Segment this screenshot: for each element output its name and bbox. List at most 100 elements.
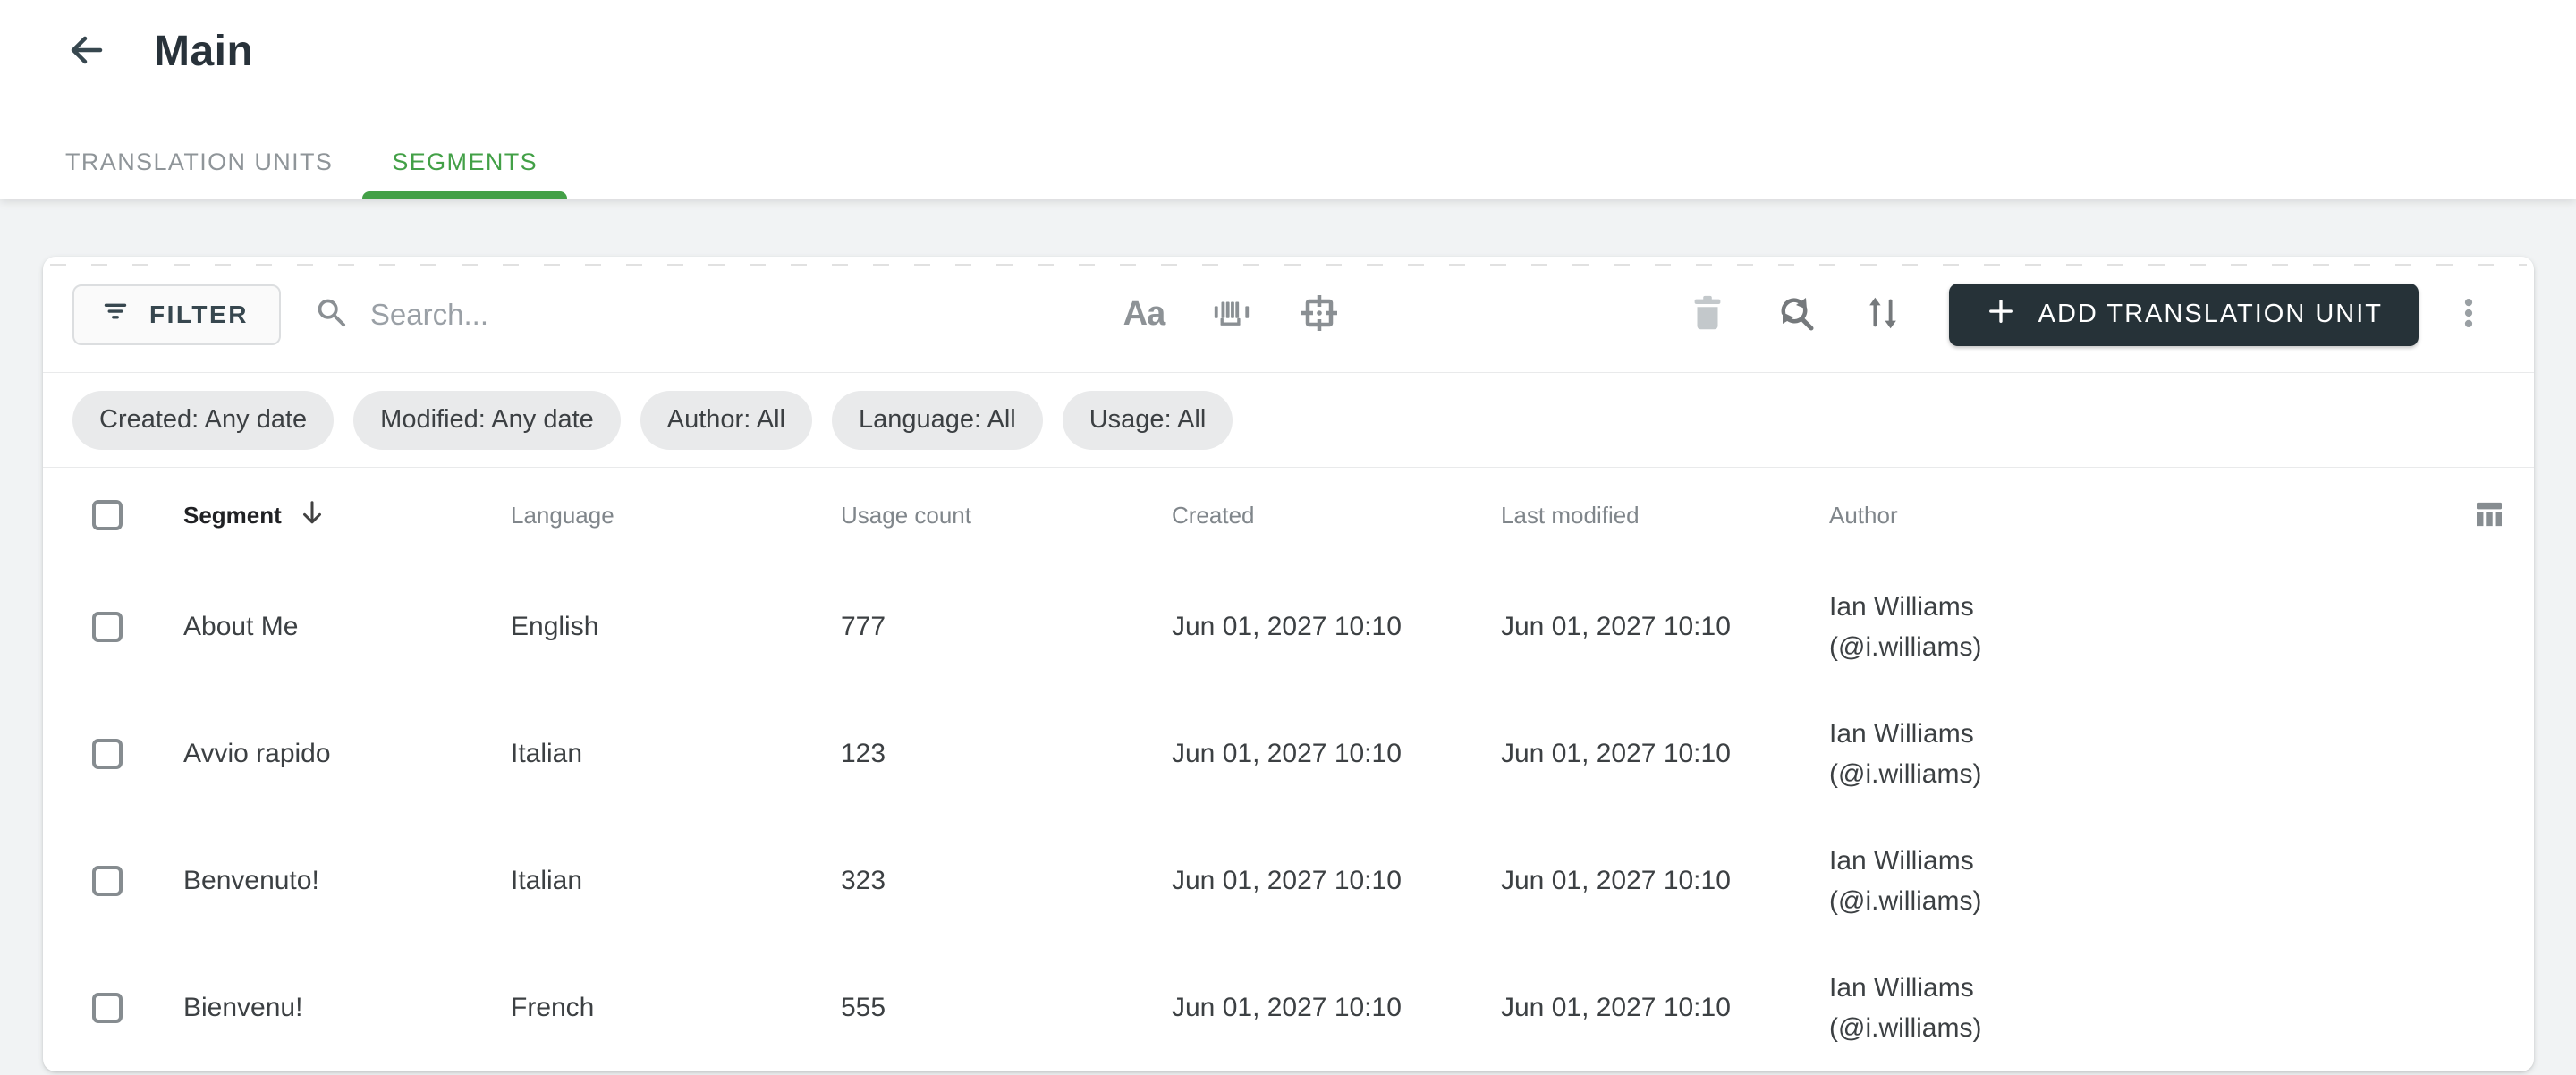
select-all-checkbox[interactable] — [92, 500, 123, 530]
tab-label: TRANSLATION UNITS — [65, 148, 334, 175]
more-options-button[interactable] — [2447, 293, 2490, 336]
add-translation-unit-label: ADD TRANSLATION UNIT — [2038, 300, 2383, 328]
main-content: FILTER Aa — [0, 199, 2576, 1071]
match-case-button[interactable]: Aa — [1123, 293, 1166, 336]
cell-created: Jun 01, 2027 10:10 — [1172, 611, 1402, 641]
cell-segment: About Me — [183, 611, 299, 641]
match-case-icon: Aa — [1123, 295, 1166, 333]
filter-button[interactable]: FILTER — [72, 284, 281, 345]
chip-modified[interactable]: Modified: Any date — [353, 390, 621, 450]
chip-usage[interactable]: Usage: All — [1062, 390, 1233, 450]
cell-last-modified: Jun 01, 2027 10:10 — [1501, 865, 1731, 895]
page-title: Main — [154, 28, 254, 75]
column-header-usage-count[interactable]: Usage count — [841, 502, 1172, 529]
cell-segment: Avvio rapido — [183, 738, 331, 768]
kebab-menu-icon — [2449, 293, 2488, 335]
crop-target-icon — [1298, 292, 1341, 337]
tab-translation-units[interactable]: TRANSLATION UNITS — [36, 125, 362, 199]
cell-created: Jun 01, 2027 10:10 — [1172, 738, 1402, 768]
cell-segment: Benvenuto! — [183, 865, 319, 895]
action-buttons — [1686, 293, 1904, 336]
back-button[interactable] — [63, 29, 109, 75]
author-name: Ian Williams — [1829, 591, 1974, 622]
cell-author: Ian Williams (@i.williams) — [1829, 714, 2453, 794]
column-settings-icon — [2470, 495, 2508, 536]
column-header-author[interactable]: Author — [1829, 502, 2453, 529]
chip-label: Usage: All — [1089, 405, 1207, 434]
barcode-whole-word-icon — [1211, 292, 1252, 336]
add-translation-unit-button[interactable]: ADD TRANSLATION UNIT — [1948, 283, 2419, 346]
trash-icon — [1687, 292, 1728, 336]
cell-last-modified: Jun 01, 2027 10:10 — [1501, 738, 1731, 768]
row-checkbox[interactable] — [92, 993, 123, 1023]
cell-language: English — [511, 611, 599, 641]
table-row[interactable]: Bienvenu! French 555 Jun 01, 2027 10:10 … — [43, 944, 2534, 1071]
cell-language: French — [511, 993, 595, 1022]
filter-icon — [99, 295, 131, 334]
toolbar: FILTER Aa — [43, 257, 2534, 373]
whole-word-button[interactable] — [1210, 293, 1253, 336]
author-handle: (@i.williams) — [1829, 885, 1982, 916]
tab-segments[interactable]: SEGMENTS — [362, 125, 567, 199]
cell-usage-count: 323 — [841, 865, 886, 895]
cell-usage-count: 123 — [841, 738, 886, 768]
title-row: Main — [0, 0, 2576, 76]
row-checkbox[interactable] — [92, 738, 123, 769]
plus-icon — [1985, 295, 2017, 334]
row-checkbox[interactable] — [92, 611, 123, 642]
column-header-last-modified[interactable]: Last modified — [1501, 502, 1829, 529]
cell-created: Jun 01, 2027 10:10 — [1172, 865, 1402, 895]
sort-order-button[interactable] — [1861, 293, 1904, 336]
row-checkbox[interactable] — [92, 865, 123, 896]
column-header-language[interactable]: Language — [511, 502, 841, 529]
search-icon — [313, 294, 349, 334]
search-option-buttons: Aa — [1123, 293, 1341, 336]
column-header-created[interactable]: Created — [1172, 502, 1501, 529]
cell-usage-count: 555 — [841, 993, 886, 1022]
cell-language: Italian — [511, 865, 583, 895]
cell-segment: Bienvenu! — [183, 993, 303, 1022]
refresh-search-button[interactable] — [1774, 293, 1817, 336]
cell-author: Ian Williams (@i.williams) — [1829, 968, 2453, 1048]
chip-label: Author: All — [666, 405, 785, 434]
cell-last-modified: Jun 01, 2027 10:10 — [1501, 611, 1731, 641]
author-name: Ian Williams — [1829, 845, 1974, 876]
refresh-search-icon — [1774, 292, 1817, 337]
chip-label: Created: Any date — [99, 405, 308, 434]
cell-last-modified: Jun 01, 2027 10:10 — [1501, 993, 1731, 1022]
chip-created[interactable]: Created: Any date — [72, 390, 335, 450]
tab-bar: TRANSLATION UNITS SEGMENTS — [0, 125, 2576, 199]
search-box — [313, 294, 1082, 334]
arrow-down-icon — [298, 498, 326, 533]
author-handle: (@i.williams) — [1829, 758, 1982, 789]
segments-card: FILTER Aa — [43, 257, 2534, 1071]
chip-label: Language: All — [858, 405, 1016, 434]
sort-arrows-icon — [1862, 292, 1903, 336]
chip-language[interactable]: Language: All — [831, 390, 1043, 450]
column-settings-button[interactable] — [2468, 494, 2511, 537]
arrow-left-icon — [64, 29, 107, 74]
table-row[interactable]: About Me English 777 Jun 01, 2027 10:10 … — [43, 563, 2534, 690]
chip-label: Modified: Any date — [380, 405, 594, 434]
table-row[interactable]: Benvenuto! Italian 323 Jun 01, 2027 10:1… — [43, 817, 2534, 944]
filter-chip-row: Created: Any date Modified: Any date Aut… — [43, 373, 2534, 468]
cell-language: Italian — [511, 738, 583, 768]
regex-button[interactable] — [1298, 293, 1341, 336]
author-name: Ian Williams — [1829, 973, 1974, 1003]
cell-usage-count: 777 — [841, 611, 886, 641]
chip-author[interactable]: Author: All — [640, 390, 812, 450]
delete-button[interactable] — [1686, 293, 1729, 336]
tab-label: SEGMENTS — [392, 148, 538, 175]
page-header: Main TRANSLATION UNITS SEGMENTS — [0, 0, 2576, 199]
cell-author: Ian Williams (@i.williams) — [1829, 841, 2453, 921]
column-label: Segment — [183, 501, 282, 529]
author-handle: (@i.williams) — [1829, 631, 1982, 662]
cell-author: Ian Williams (@i.williams) — [1829, 587, 2453, 667]
search-input[interactable] — [369, 297, 1082, 332]
column-header-segment[interactable]: Segment — [183, 498, 511, 533]
author-handle: (@i.williams) — [1829, 1013, 1982, 1043]
table-header: Segment Language Usage count Created Las… — [43, 468, 2534, 563]
table-row[interactable]: Avvio rapido Italian 123 Jun 01, 2027 10… — [43, 690, 2534, 817]
author-name: Ian Williams — [1829, 718, 1974, 749]
filter-button-label: FILTER — [149, 300, 249, 328]
